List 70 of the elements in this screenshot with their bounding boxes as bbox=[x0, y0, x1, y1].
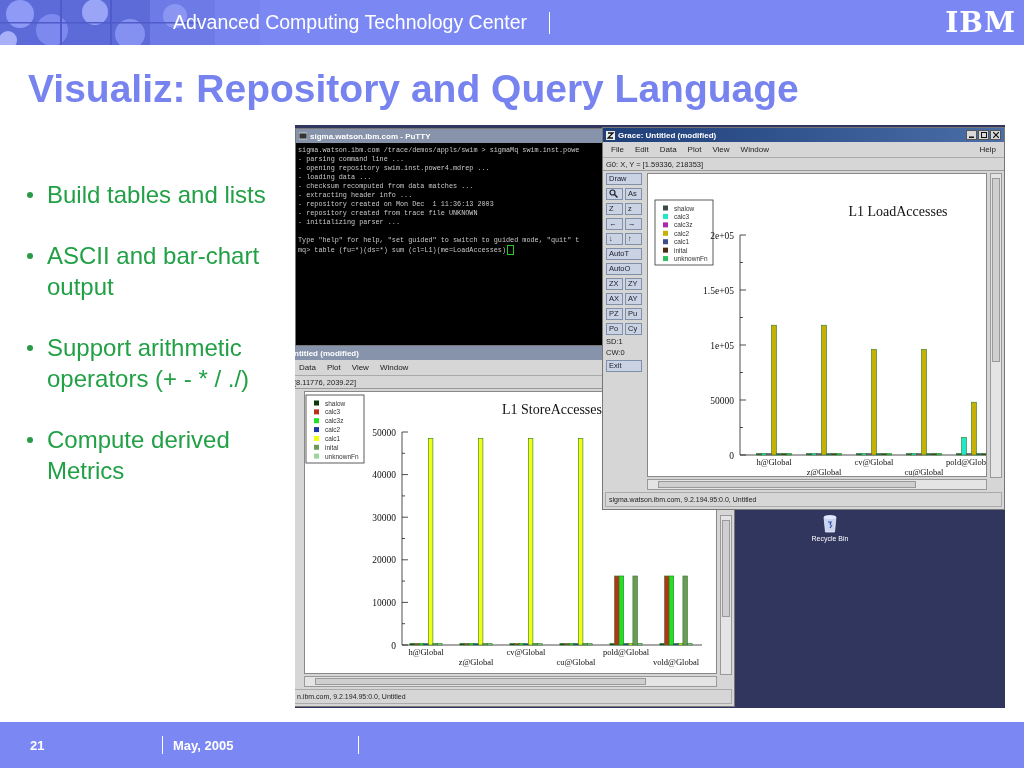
tick-label: 2e+05 bbox=[710, 230, 734, 241]
menu-item[interactable]: Plot bbox=[687, 145, 702, 154]
footer-date: May, 2005 bbox=[173, 737, 235, 753]
app-icon bbox=[606, 130, 615, 140]
maximize-icon bbox=[980, 132, 987, 138]
menu-item[interactable]: View bbox=[712, 145, 730, 154]
logo: IBM bbox=[945, 6, 1016, 39]
category-label: h@Global bbox=[408, 647, 444, 657]
chart-title: L1 StoreAccesses bbox=[502, 402, 602, 417]
tick-label: 1e+05 bbox=[710, 340, 734, 351]
menu-item[interactable]: View bbox=[351, 363, 369, 372]
text-cursor bbox=[507, 245, 515, 255]
tick-label: 30000 bbox=[372, 512, 396, 523]
tick-label: 0 bbox=[391, 640, 396, 651]
tick-label: 20000 bbox=[372, 555, 396, 566]
bullet-text: Build tables and lists bbox=[47, 180, 267, 210]
close-button[interactable] bbox=[990, 130, 1001, 140]
bullet-text: Support arithmetic operators (+ - * / ./) bbox=[47, 333, 251, 394]
scrollbar-thumb[interactable] bbox=[315, 678, 646, 685]
menu-item[interactable]: Window bbox=[379, 363, 409, 372]
category-label: pold@Glob bbox=[946, 457, 986, 467]
category-label: z@Global bbox=[806, 467, 842, 476]
vertical-scrollbar[interactable] bbox=[990, 173, 1002, 478]
maximize-button[interactable] bbox=[978, 130, 989, 140]
slide-title: Visualiz: Repository and Query Language bbox=[27, 66, 800, 112]
organization-name: Advanced Computing Technology Center bbox=[173, 11, 528, 34]
window-title: sigma.watson.ibm.com - PuTTY bbox=[310, 131, 431, 141]
menu-item[interactable]: File bbox=[611, 145, 624, 154]
tick-label: 10000 bbox=[372, 597, 396, 608]
scrollbar-thumb[interactable] bbox=[658, 481, 916, 488]
category-label: cv@Global bbox=[506, 647, 546, 657]
menu-item[interactable]: Data bbox=[299, 363, 316, 372]
zoom-button[interactable] bbox=[606, 188, 623, 200]
scrollbar-thumb[interactable] bbox=[992, 178, 1000, 362]
vertical-scrollbar[interactable] bbox=[720, 515, 732, 675]
bullet-icon bbox=[27, 192, 33, 198]
bullet-icon bbox=[27, 253, 33, 259]
horizontal-scrollbar[interactable] bbox=[647, 479, 987, 490]
category-label: h@Global bbox=[756, 457, 792, 467]
tick-label: 50000 bbox=[710, 395, 734, 406]
tick-label: 1.5e+05 bbox=[703, 285, 734, 296]
menu-item[interactable]: Window bbox=[740, 145, 770, 154]
chart-title: L1 LoadAccesses bbox=[848, 204, 948, 219]
window-title: Grace: Untitled (modified) bbox=[618, 130, 717, 140]
page-number: 21 bbox=[30, 737, 46, 753]
category-label: vold@Global bbox=[652, 657, 700, 667]
tick-label: 0 bbox=[729, 450, 734, 461]
bullet-text: ASCII and bar-chart output bbox=[47, 241, 261, 302]
category-label: z@Global bbox=[458, 657, 494, 667]
menu-item[interactable]: Data bbox=[659, 145, 677, 154]
tick-label: 50000 bbox=[372, 427, 396, 438]
category-label: cu@Global bbox=[904, 467, 944, 476]
horizontal-scrollbar[interactable] bbox=[304, 676, 717, 687]
menu-item[interactable]: Edit bbox=[634, 145, 649, 154]
category-label: pold@Global bbox=[602, 647, 650, 657]
close-icon bbox=[992, 132, 999, 138]
recycle-bin-icon[interactable] bbox=[822, 513, 838, 533]
window-title: ntitled (modified) bbox=[295, 348, 359, 358]
terminal-icon bbox=[299, 132, 307, 140]
menu-item[interactable]: Plot bbox=[326, 363, 341, 372]
bullet-text: Compute derived Metrics bbox=[47, 425, 231, 486]
tick-label: 40000 bbox=[372, 470, 396, 481]
category-label: cu@Global bbox=[556, 657, 596, 667]
menu-item[interactable]: Help bbox=[979, 145, 996, 154]
category-label: cv@Global bbox=[854, 457, 894, 467]
scrollbar-thumb[interactable] bbox=[722, 520, 730, 617]
magnifier-icon bbox=[609, 189, 618, 198]
bullet-icon bbox=[27, 345, 33, 351]
bullet-icon bbox=[27, 437, 33, 443]
minimize-button[interactable] bbox=[966, 130, 977, 140]
